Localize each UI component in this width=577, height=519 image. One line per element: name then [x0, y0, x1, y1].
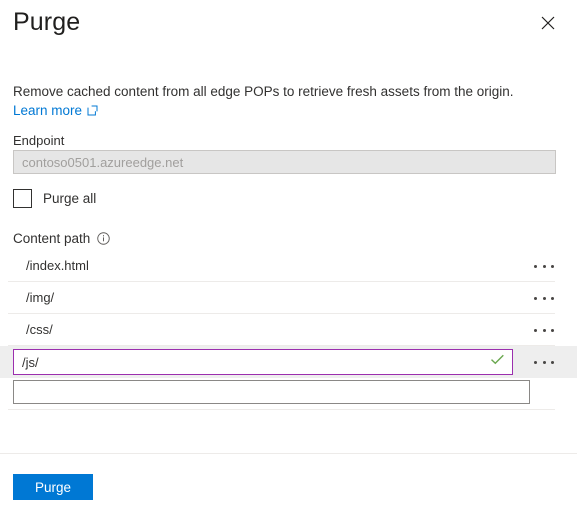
ellipsis-icon[interactable]: [533, 352, 555, 372]
panel-header: Purge: [0, 0, 577, 60]
endpoint-label: Endpoint: [13, 133, 65, 148]
content-path-new-row[interactable]: [0, 378, 577, 410]
external-link-icon: [87, 105, 98, 116]
ellipsis-icon[interactable]: [533, 288, 555, 308]
content-path-value: /index.html: [26, 258, 89, 273]
content-path-row[interactable]: /img/: [0, 282, 577, 314]
row-divider: [8, 409, 555, 410]
content-path-input[interactable]: [14, 351, 490, 373]
check-icon: [490, 352, 505, 372]
info-icon[interactable]: [97, 232, 111, 245]
content-path-edit-wrapper[interactable]: [13, 349, 513, 375]
description-text: Remove cached content from all edge POPs…: [13, 84, 514, 99]
content-path-row-active[interactable]: [0, 346, 577, 378]
purge-all-label: Purge all: [43, 191, 97, 206]
content-path-value: /img/: [26, 290, 55, 305]
page-title: Purge: [13, 8, 81, 36]
content-path-row[interactable]: /css/: [0, 314, 577, 346]
endpoint-input[interactable]: [13, 150, 556, 174]
content-path-new-input[interactable]: [13, 380, 530, 404]
description-block: Remove cached content from all edge POPs…: [13, 82, 558, 120]
content-path-list: /index.html /img/ /css/: [0, 250, 577, 410]
purge-button[interactable]: Purge: [13, 474, 93, 500]
content-path-value: /css/: [26, 322, 53, 337]
content-path-row[interactable]: /index.html: [0, 250, 577, 282]
footer-divider: [0, 453, 577, 454]
content-path-header: Content path: [13, 231, 111, 246]
row-hit-area[interactable]: [8, 314, 557, 346]
learn-more-label: Learn more: [13, 103, 83, 118]
content-path-label: Content path: [13, 231, 91, 246]
row-hit-area[interactable]: [8, 250, 557, 282]
checkbox-box[interactable]: [13, 189, 32, 208]
close-button[interactable]: [533, 8, 563, 38]
ellipsis-icon[interactable]: [533, 320, 555, 340]
learn-more-link[interactable]: Learn more: [13, 103, 98, 118]
close-icon: [541, 16, 555, 30]
ellipsis-icon[interactable]: [533, 256, 555, 276]
row-hit-area[interactable]: [8, 282, 557, 314]
purge-all-checkbox[interactable]: Purge all: [13, 189, 96, 208]
